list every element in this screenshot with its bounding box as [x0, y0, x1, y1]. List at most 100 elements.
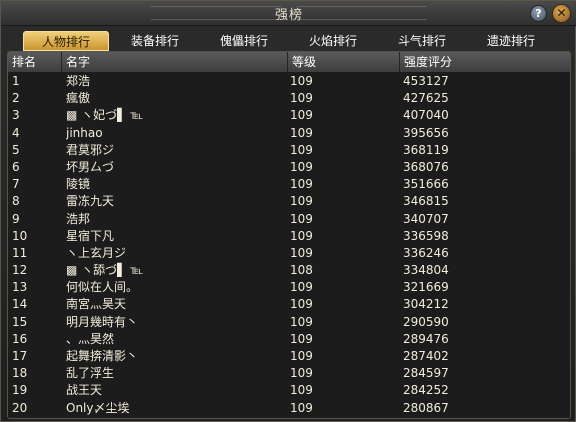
- rank-cell: 8: [12, 194, 20, 209]
- tab-douqi-ranking[interactable]: 斗气排行: [379, 31, 465, 51]
- score-cell: 368119: [403, 142, 449, 157]
- level-cell: 109: [290, 331, 313, 346]
- rank-cell: 4: [12, 125, 20, 140]
- close-button[interactable]: ✕: [552, 4, 571, 23]
- score-cell: 336598: [403, 228, 449, 243]
- score-cell: 289476: [403, 331, 449, 346]
- name-cell: Only〆尘埃: [66, 400, 130, 415]
- table-row[interactable]: 5 君莫邪ジ 109 368119: [8, 142, 570, 159]
- header-rank[interactable]: 排名: [8, 52, 62, 72]
- name-cell: 郑浩: [66, 74, 91, 88]
- help-button[interactable]: ?: [530, 5, 547, 22]
- level-cell: 109: [290, 383, 313, 398]
- level-cell: 109: [290, 125, 313, 140]
- name-cell: 战王天: [66, 383, 103, 398]
- name-cell: 君莫邪ジ: [66, 142, 115, 157]
- table-row[interactable]: 1 郑浩 109 453127: [8, 73, 570, 90]
- score-cell: 351666: [403, 177, 449, 192]
- ranking-tabs: 人物排行 装备排行 傀儡排行 火焰排行 斗气排行 遗迹排行: [23, 31, 553, 51]
- table-row[interactable]: 14 南宮灬昊天 109 304212: [8, 296, 570, 313]
- name-cell: ▩ ヽ妃づ▌ ℡: [66, 108, 144, 123]
- tab-equipment-ranking[interactable]: 装备排行: [112, 31, 198, 51]
- title-bar[interactable]: 强榜 ? ✕: [1, 1, 576, 26]
- rank-cell: 17: [12, 349, 28, 363]
- rank-cell: 5: [12, 142, 20, 157]
- table-row[interactable]: 20 Only〆尘埃 109 280867: [8, 400, 570, 417]
- rank-cell: 20: [12, 400, 28, 415]
- name-cell: 、灬昊然: [66, 331, 115, 346]
- rank-cell: 18: [12, 366, 28, 381]
- rank-cell: 7: [12, 177, 20, 192]
- name-cell: 雷冻九天: [66, 194, 115, 209]
- rank-cell: 12: [12, 263, 28, 278]
- level-cell: 109: [290, 245, 313, 260]
- table-row[interactable]: 10 星宿下凡 109 336598: [8, 228, 570, 245]
- rank-cell: 19: [12, 383, 28, 398]
- table-row[interactable]: 3 ▩ ヽ妃づ▌ ℡ 109 407040: [8, 107, 570, 124]
- level-cell: 109: [290, 211, 313, 226]
- table-row[interactable]: 19 战王天 109 284252: [8, 382, 570, 399]
- table-row[interactable]: 9 浩邦 109 340707: [8, 211, 570, 228]
- level-cell: 109: [290, 194, 313, 209]
- rank-cell: 10: [12, 228, 28, 243]
- table-row[interactable]: 15 明月幾時有丶 109 290590: [8, 314, 570, 331]
- rank-cell: 1: [12, 74, 20, 88]
- table-row[interactable]: 4 jinhao 109 395656: [8, 125, 570, 142]
- ranking-table: 排名 名字 等级 强度评分 1 郑浩 109 453127 2 瘋傲 109 427625 …: [7, 51, 571, 419]
- level-cell: 109: [290, 280, 313, 295]
- table-row[interactable]: 13 何似在人间。 109 321669: [8, 279, 570, 296]
- score-cell: 346815: [403, 194, 449, 209]
- table-row[interactable]: 12 ▩ ヽ舔づ▌ ℡ 108 334804: [8, 262, 570, 279]
- level-cell: 109: [290, 74, 313, 88]
- name-cell: ▩ ヽ舔づ▌ ℡: [66, 263, 144, 278]
- level-cell: 109: [290, 366, 313, 381]
- score-cell: 395656: [403, 125, 449, 140]
- score-cell: 336246: [403, 245, 449, 260]
- level-cell: 109: [290, 91, 313, 106]
- table-row[interactable]: 2 瘋傲 109 427625: [8, 90, 570, 107]
- table-row[interactable]: 7 陵镜 109 351666: [8, 176, 570, 193]
- ranking-window: 强榜 ? ✕ 人物排行 装备排行 傀儡排行 火焰排行 斗气排行 遗迹排行 排名 …: [0, 0, 576, 422]
- window-title: 强榜: [274, 8, 303, 23]
- rank-cell: 15: [12, 314, 28, 329]
- score-cell: 453127: [403, 74, 449, 88]
- name-cell: 坏男厶づ: [66, 159, 115, 174]
- table-row[interactable]: 18 乱了浮生 109 284597: [8, 365, 570, 382]
- score-cell: 280867: [403, 400, 449, 415]
- score-cell: 287402: [403, 349, 449, 363]
- level-cell: 108: [290, 263, 313, 278]
- name-cell: 乱了浮生: [66, 366, 115, 381]
- header-name[interactable]: 名字: [62, 52, 288, 72]
- table-row[interactable]: 16 、灬昊然 109 289476: [8, 331, 570, 348]
- level-cell: 109: [290, 314, 313, 329]
- score-cell: 368076: [403, 159, 449, 174]
- table-row[interactable]: 8 雷冻九天 109 346815: [8, 193, 570, 210]
- score-cell: 334804: [403, 263, 449, 278]
- rank-cell: 14: [12, 297, 28, 312]
- tab-character-ranking[interactable]: 人物排行: [23, 31, 109, 51]
- header-level[interactable]: 等级: [288, 52, 400, 72]
- tab-puppet-ranking[interactable]: 傀儡排行: [201, 31, 287, 51]
- level-cell: 109: [290, 349, 313, 363]
- name-cell: ヽ上玄月ジ: [66, 245, 127, 260]
- level-cell: 109: [290, 228, 313, 243]
- table-row[interactable]: 11 ヽ上玄月ジ 109 336246: [8, 245, 570, 262]
- tab-flame-ranking[interactable]: 火焰排行: [290, 31, 376, 51]
- score-cell: 407040: [403, 108, 449, 123]
- name-cell: jinhao: [66, 125, 103, 140]
- rank-cell: 3: [12, 108, 20, 123]
- tab-relic-ranking[interactable]: 遗迹排行: [468, 31, 554, 51]
- level-cell: 109: [290, 400, 313, 415]
- level-cell: 109: [290, 297, 313, 312]
- rank-cell: 9: [12, 211, 20, 226]
- table-row[interactable]: 17 起舞捹清影丶 109 287402: [8, 348, 570, 365]
- table-row[interactable]: 6 坏男厶づ 109 368076: [8, 159, 570, 176]
- level-cell: 109: [290, 142, 313, 157]
- score-cell: 304212: [403, 297, 449, 312]
- header-score[interactable]: 强度评分: [400, 52, 570, 72]
- score-cell: 321669: [403, 280, 449, 295]
- level-cell: 109: [290, 177, 313, 192]
- score-cell: 284597: [403, 366, 449, 381]
- name-cell: 瘋傲: [66, 91, 91, 106]
- name-cell: 陵镜: [66, 177, 91, 192]
